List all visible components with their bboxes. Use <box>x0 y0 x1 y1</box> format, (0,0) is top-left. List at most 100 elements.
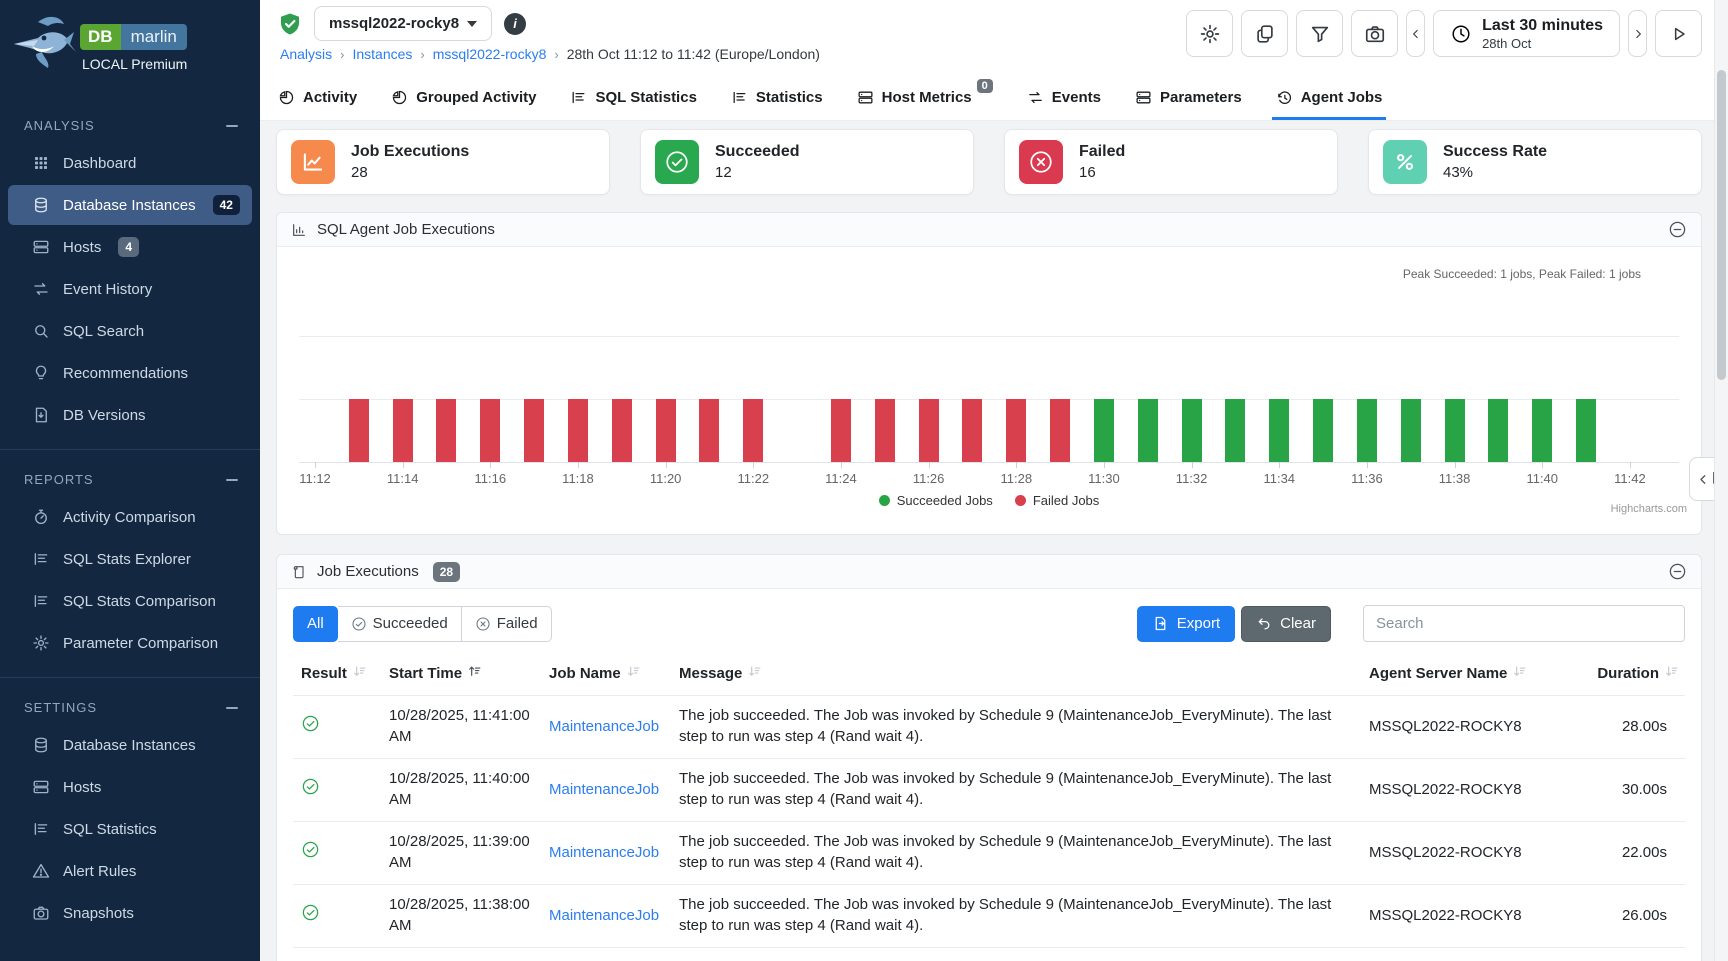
tab-statistics[interactable]: Statistics <box>731 75 823 120</box>
table-row[interactable]: 10/28/2025, 11:39:00 AM MaintenanceJob T… <box>293 821 1685 884</box>
swap-arrows-icon <box>1027 89 1044 106</box>
sidebar-divider <box>0 449 260 450</box>
succeeded-value: 12 <box>715 164 799 181</box>
jobs-toolbar: All Succeeded Failed Export Clear <box>293 605 1685 642</box>
filter-failed-button[interactable]: Failed <box>462 606 552 642</box>
sidebar-item-dashboard[interactable]: Dashboard <box>8 143 252 183</box>
job-name-link[interactable]: MaintenanceJob <box>549 718 659 735</box>
tab-activity[interactable]: Activity <box>278 75 357 120</box>
col-agent-server[interactable]: Agent Server Name <box>1361 656 1561 695</box>
sidebar-item-sql-stats-comparison[interactable]: SQL Stats Comparison <box>8 581 252 621</box>
sidebar-item-parameter-comparison[interactable]: Parameter Comparison <box>8 623 252 663</box>
sidebar-item-event-history[interactable]: Event History <box>8 269 252 309</box>
x-axis-label: 11:20 <box>650 471 682 486</box>
job-name-link[interactable]: MaintenanceJob <box>549 844 659 861</box>
legend-item-succeeded-jobs[interactable]: Succeeded Jobs <box>879 493 993 508</box>
collapse-panel-icon[interactable] <box>1668 562 1687 581</box>
filter-succeeded-button[interactable]: Succeeded <box>338 606 462 642</box>
collapse-section-icon[interactable] <box>226 479 238 481</box>
x-axis-label: 11:28 <box>1000 471 1032 486</box>
tab-host-metrics[interactable]: Host Metrics0 <box>857 75 993 120</box>
chart-bar-failed-jobs <box>480 399 500 462</box>
gridline <box>299 336 1679 337</box>
col-start-time[interactable]: Start Time <box>381 656 541 695</box>
camera-icon <box>1364 23 1386 45</box>
time-back-button[interactable] <box>1406 10 1425 57</box>
x-axis-label: 11:24 <box>825 471 857 486</box>
x-axis-tick <box>1455 462 1456 468</box>
time-range-selector[interactable]: Last 30 minutes 28th Oct <box>1433 10 1620 57</box>
search-input[interactable] <box>1363 605 1685 642</box>
filter-all-button[interactable]: All <box>293 606 338 642</box>
export-button[interactable]: Export <box>1137 606 1235 642</box>
card-success-rate: Success Rate 43% <box>1368 129 1702 195</box>
collapse-panel-icon[interactable] <box>1668 220 1687 239</box>
sidebar-item-activity-comparison[interactable]: Activity Comparison <box>8 497 252 537</box>
x-axis-tick <box>490 462 491 468</box>
breadcrumb: Analysis › Instances › mssql2022-rocky8 … <box>280 46 820 62</box>
legend-item-failed-jobs[interactable]: Failed Jobs <box>1015 493 1099 508</box>
sidebar-item-settings-sql-statistics[interactable]: SQL Statistics <box>8 809 252 849</box>
sidebar-item-db-versions[interactable]: DB Versions <box>8 395 252 435</box>
tab-parameters[interactable]: Parameters <box>1135 75 1242 120</box>
chart-peak-annotation: Peak Succeeded: 1 jobs, Peak Failed: 1 j… <box>1403 267 1641 281</box>
tab-agent-jobs[interactable]: Agent Jobs <box>1276 75 1383 120</box>
sort-icon-active <box>467 664 482 683</box>
breadcrumb-instances[interactable]: Instances <box>352 46 412 62</box>
col-message[interactable]: Message <box>671 656 1361 695</box>
message-cell: The job succeeded. The Job was invoked b… <box>671 823 1361 882</box>
sidebar-item-hosts[interactable]: Hosts 4 <box>8 227 252 267</box>
table-row[interactable]: 10/28/2025, 11:38:00 AM MaintenanceJob T… <box>293 884 1685 947</box>
sidebar-item-settings-hosts[interactable]: Hosts <box>8 767 252 807</box>
copy-button[interactable] <box>1241 10 1288 57</box>
breadcrumb-analysis[interactable]: Analysis <box>280 46 332 62</box>
settings-button[interactable] <box>1186 10 1233 57</box>
sidebar-item-alert-rules[interactable]: Alert Rules <box>8 851 252 891</box>
sidebar-item-sql-search[interactable]: SQL Search <box>8 311 252 351</box>
sidebar-item-settings-database-instances[interactable]: Database Instances <box>8 725 252 765</box>
breadcrumb-instance-name[interactable]: mssql2022-rocky8 <box>433 46 547 62</box>
collapse-section-icon[interactable] <box>226 125 238 127</box>
filter-button[interactable] <box>1296 10 1343 57</box>
tab-grouped-activity[interactable]: Grouped Activity <box>391 75 536 120</box>
sidebar-item-snapshots[interactable]: Snapshots <box>8 893 252 933</box>
tab-events[interactable]: Events <box>1027 75 1101 120</box>
time-forward-button[interactable] <box>1628 10 1647 57</box>
x-axis-tick <box>403 462 404 468</box>
x-axis-tick <box>841 462 842 468</box>
x-circle-icon <box>1019 140 1063 184</box>
info-icon[interactable]: i <box>504 13 526 35</box>
job-name-link[interactable]: MaintenanceJob <box>549 907 659 924</box>
collapse-section-icon[interactable] <box>226 707 238 709</box>
tab-sql-statistics[interactable]: SQL Statistics <box>570 75 696 120</box>
database-icon <box>32 196 50 214</box>
sidebar-item-database-instances[interactable]: Database Instances 42 <box>8 185 252 225</box>
col-job-name[interactable]: Job Name <box>541 656 671 695</box>
chart-bar-failed-jobs <box>743 399 763 462</box>
vertical-scrollbar[interactable] <box>1714 0 1728 961</box>
job-name-link[interactable]: MaintenanceJob <box>549 781 659 798</box>
app-logo: DB marlin LOCAL Premium <box>0 0 260 96</box>
sidebar-item-sql-stats-explorer[interactable]: SQL Stats Explorer <box>8 539 252 579</box>
col-duration[interactable]: Duration <box>1561 656 1687 695</box>
play-refresh-button[interactable] <box>1655 10 1702 57</box>
scrollbar-thumb[interactable] <box>1717 70 1726 380</box>
x-axis-tick <box>1279 462 1280 468</box>
agent-job-executions-panel: SQL Agent Job Executions Peak Succeeded:… <box>276 212 1702 535</box>
x-axis-label: 11:30 <box>1088 471 1120 486</box>
bar-chart-icon <box>291 222 307 238</box>
col-result[interactable]: Result <box>293 656 381 695</box>
instance-selector[interactable]: mssql2022-rocky8 <box>314 6 492 41</box>
sidebar-section-reports: REPORTS Activity Comparison SQL Stats Ex… <box>0 464 260 663</box>
chart-bar-failed-jobs <box>831 399 851 462</box>
table-row[interactable]: 10/28/2025, 11:37:00 AM MaintenanceJob T… <box>293 947 1685 961</box>
clear-button[interactable]: Clear <box>1241 606 1331 642</box>
x-axis-tick <box>1367 462 1368 468</box>
collapse-sidepanel-button[interactable] <box>1689 457 1717 501</box>
server-icon <box>32 238 50 256</box>
table-row[interactable]: 10/28/2025, 11:41:00 AM MaintenanceJob T… <box>293 695 1685 758</box>
table-row[interactable]: 10/28/2025, 11:40:00 AM MaintenanceJob T… <box>293 758 1685 821</box>
line-chart-icon <box>291 140 335 184</box>
screenshot-button[interactable] <box>1351 10 1398 57</box>
sidebar-item-recommendations[interactable]: Recommendations <box>8 353 252 393</box>
